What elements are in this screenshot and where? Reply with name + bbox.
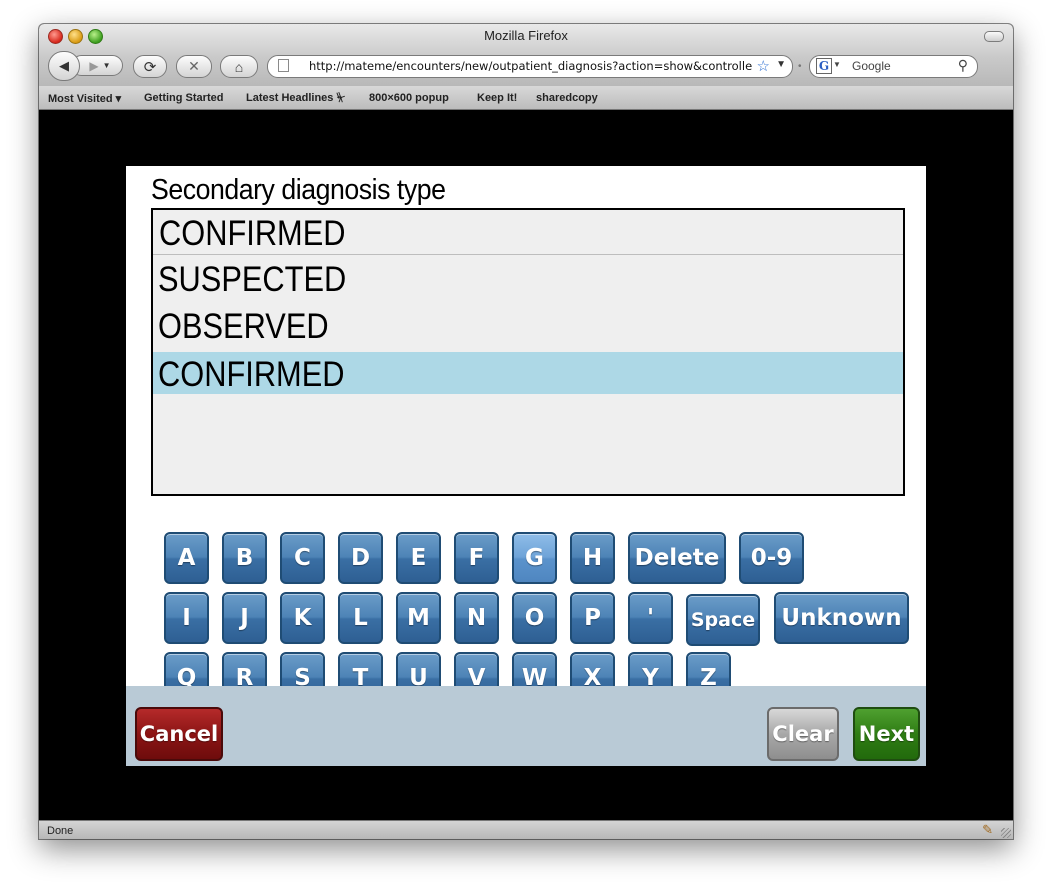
forward-arrow-icon: ▶ bbox=[89, 58, 99, 73]
page-icon bbox=[278, 59, 289, 72]
key-l[interactable]: L bbox=[338, 592, 383, 644]
cancel-button[interactable]: Cancel bbox=[135, 707, 223, 761]
delete-key[interactable]: Delete bbox=[628, 532, 726, 584]
search-box[interactable]: G ▼ Google ⚲ bbox=[809, 55, 978, 78]
toolbar-toggle-icon[interactable] bbox=[984, 31, 1004, 42]
home-button[interactable]: ⌂ bbox=[220, 55, 258, 78]
answer-input[interactable]: CONFIRMED bbox=[153, 210, 903, 255]
question-label: Secondary diagnosis type bbox=[151, 174, 446, 206]
title-bar: Mozilla Firefox ▶ ▼ ◀ ⟳ ✕ ⌂ http://matem… bbox=[39, 24, 1013, 87]
numbers-key[interactable]: 0-9 bbox=[739, 532, 804, 584]
key-e[interactable]: E bbox=[396, 532, 441, 584]
key-b[interactable]: B bbox=[222, 532, 267, 584]
url-history-dropdown-icon[interactable]: ▼ bbox=[776, 59, 786, 70]
key-d[interactable]: D bbox=[338, 532, 383, 584]
toolbar-separator: • bbox=[798, 61, 802, 72]
key-i[interactable]: I bbox=[164, 592, 209, 644]
bookmark-sharedcopy[interactable]: sharedcopy bbox=[536, 92, 598, 104]
bookmark-800x600-popup[interactable]: 800×600 popup bbox=[369, 92, 449, 104]
home-icon: ⌂ bbox=[234, 58, 244, 75]
status-text: Done bbox=[47, 825, 74, 837]
search-icon[interactable]: ⚲ bbox=[958, 57, 968, 74]
key-a[interactable]: A bbox=[164, 532, 209, 584]
key-p[interactable]: P bbox=[570, 592, 615, 644]
key-m[interactable]: M bbox=[396, 592, 441, 644]
unknown-key[interactable]: Unknown bbox=[774, 592, 909, 644]
back-arrow-icon: ◀ bbox=[59, 58, 69, 73]
resize-grip-icon[interactable] bbox=[1001, 828, 1011, 838]
search-engine-dropdown-icon[interactable]: ▼ bbox=[833, 60, 841, 69]
button-bar: Cancel Clear Next bbox=[126, 686, 926, 766]
option-label: CONFIRMED bbox=[158, 355, 345, 394]
back-button[interactable]: ◀ bbox=[48, 51, 80, 81]
bookmark-keep-it[interactable]: Keep It! bbox=[477, 92, 517, 104]
bookmark-most-visited[interactable]: Most Visited ▾ bbox=[48, 92, 121, 105]
status-bar: Done ✎ bbox=[39, 820, 1013, 839]
history-dropdown-icon[interactable]: ▼ bbox=[103, 61, 111, 70]
search-engine-icon[interactable]: G bbox=[816, 58, 832, 74]
search-input[interactable]: Google bbox=[852, 59, 891, 73]
bookmark-latest-headlines[interactable]: Latest Headlines ⏧ bbox=[246, 92, 345, 105]
reload-icon: ⟳ bbox=[143, 58, 157, 76]
option-observed[interactable]: OBSERVED bbox=[153, 304, 903, 346]
apostrophe-key[interactable]: ' bbox=[628, 592, 673, 644]
reload-button[interactable]: ⟳ bbox=[133, 55, 167, 78]
key-k[interactable]: K bbox=[280, 592, 325, 644]
key-g[interactable]: G bbox=[512, 532, 557, 584]
options-listbox: CONFIRMED SUSPECTED OBSERVED CONFIRMED bbox=[151, 208, 905, 496]
bookmark-star-icon[interactable]: ☆ bbox=[757, 57, 770, 75]
key-n[interactable]: N bbox=[454, 592, 499, 644]
address-bar[interactable]: http://mateme/encounters/new/outpatient_… bbox=[267, 55, 793, 78]
key-f[interactable]: F bbox=[454, 532, 499, 584]
stop-button[interactable]: ✕ bbox=[176, 55, 212, 78]
key-o[interactable]: O bbox=[512, 592, 557, 644]
answer-input-value: CONFIRMED bbox=[159, 214, 346, 253]
option-label: OBSERVED bbox=[158, 307, 329, 346]
key-j[interactable]: J bbox=[222, 592, 267, 644]
url-text[interactable]: http://mateme/encounters/new/outpatient_… bbox=[309, 59, 753, 73]
touchscreen-form: Secondary diagnosis type CONFIRMED SUSPE… bbox=[126, 166, 926, 766]
key-c[interactable]: C bbox=[280, 532, 325, 584]
key-h[interactable]: H bbox=[570, 532, 615, 584]
next-button[interactable]: Next bbox=[853, 707, 920, 761]
bookmarks-toolbar: Most Visited ▾ Getting Started Latest He… bbox=[39, 86, 1013, 110]
stop-icon: ✕ bbox=[188, 58, 200, 74]
addon-status-icon[interactable]: ✎ bbox=[982, 822, 993, 838]
bookmark-getting-started[interactable]: Getting Started bbox=[144, 92, 223, 104]
option-label: SUSPECTED bbox=[158, 260, 347, 299]
clear-button[interactable]: Clear bbox=[767, 707, 839, 761]
browser-window: Mozilla Firefox ▶ ▼ ◀ ⟳ ✕ ⌂ http://matem… bbox=[39, 24, 1013, 839]
option-confirmed[interactable]: CONFIRMED bbox=[153, 352, 903, 394]
space-key[interactable]: Space bbox=[686, 594, 760, 646]
option-suspected[interactable]: SUSPECTED bbox=[153, 257, 903, 299]
window-title: Mozilla Firefox bbox=[484, 28, 568, 43]
